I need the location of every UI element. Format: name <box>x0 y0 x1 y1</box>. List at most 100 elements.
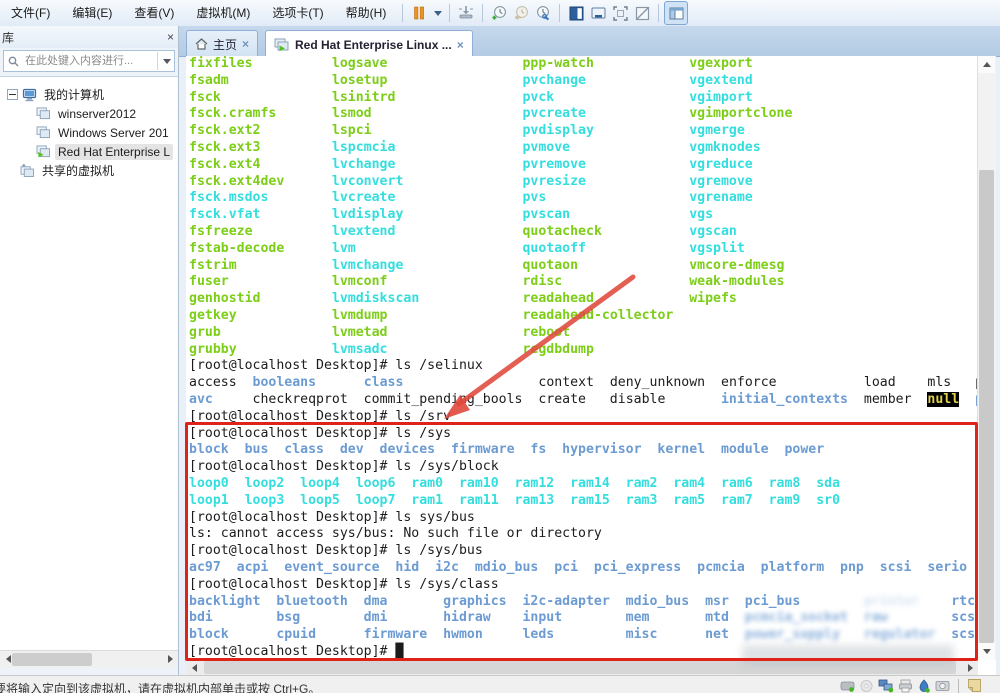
vm-running-icon <box>274 38 290 52</box>
tab-redhat-close-icon[interactable]: × <box>457 38 464 52</box>
menu-item-4[interactable]: 选项卡(T) <box>261 1 334 26</box>
show-console-icon <box>568 5 585 22</box>
menu-bar: 文件(F)编辑(E)查看(V)虚拟机(M)选项卡(T)帮助(H) <box>0 0 1000 27</box>
menu-item-3[interactable]: 虚拟机(M) <box>185 1 261 26</box>
status-bar: 要将输入定向到该虚拟机，请在虚拟机内部单击或按 Ctrl+G。 <box>0 675 1000 693</box>
snapshot-manager-icon <box>535 5 552 22</box>
tree-item-label: 共享的虚拟机 <box>39 161 117 180</box>
toolbar-separator <box>402 4 403 22</box>
tab-home-close-icon[interactable]: × <box>242 37 249 51</box>
terminal-line: fsck.ext2 lspci pvdisplay vgmerge <box>186 123 978 140</box>
network-icon[interactable] <box>878 679 894 693</box>
terminal-line: block cpuid firmware hwmon leds misc net… <box>186 627 978 644</box>
menu-item-2[interactable]: 查看(V) <box>123 1 185 26</box>
terminal-line: loop1 loop3 loop5 loop7 ram1 ram11 ram13… <box>186 493 978 510</box>
terminal-line: ls: cannot access sys/bus: No such file … <box>186 526 978 543</box>
vmware-window: 文件(F)编辑(E)查看(V)虚拟机(M)选项卡(T)帮助(H) <box>0 0 1000 693</box>
terminal-line: fsck.vfat lvdisplay pvscan vgs <box>186 207 978 224</box>
tree-item-Red Hat Enterprise L[interactable]: Red Hat Enterprise L <box>0 142 178 161</box>
library-panel: 库 × 我的计算机winserver2012Windows Server 201… <box>0 26 179 676</box>
take-snapshot-button[interactable] <box>488 2 510 24</box>
tree-item-label: Red Hat Enterprise L <box>55 144 173 160</box>
send-ctrl-alt-del-button[interactable] <box>455 2 477 24</box>
terminal-line: [root@localhost Desktop]# ls /sys/bus <box>186 543 978 560</box>
sound-icon[interactable] <box>917 679 931 693</box>
terminal-line: fsfreeze lvextend quotacheck vgscan <box>186 224 978 241</box>
terminal-line: fsadm losetup pvchange vgextend <box>186 73 978 90</box>
terminal-line: [root@localhost Desktop]# ls /sys/class <box>186 577 978 594</box>
cd-rom-icon[interactable] <box>859 679 874 693</box>
home-icon <box>195 38 208 50</box>
tree-item-Windows Server 201[interactable]: Windows Server 201 <box>0 123 178 142</box>
tree-item-label: 我的计算机 <box>41 85 107 104</box>
terminal-line: fsck.cramfs lsmod pvcreate vgimportclone <box>186 106 978 123</box>
snapshot-manager-button[interactable] <box>532 2 554 24</box>
tree-item-共享的虚拟机[interactable]: 共享的虚拟机 <box>0 161 178 180</box>
unity-mode-icon <box>590 5 607 22</box>
terminal-line: [root@localhost Desktop]# ls /sys/block <box>186 459 978 476</box>
terminal[interactable]: fixfiles logsave ppp-watch vgexportfsadm… <box>186 56 978 660</box>
menu-item-5[interactable]: 帮助(H) <box>335 1 398 26</box>
tree-expander[interactable] <box>7 89 18 100</box>
revert-snapshot-button[interactable] <box>510 2 532 24</box>
tree-item-label: Windows Server 201 <box>55 125 172 141</box>
tree-item-label: winserver2012 <box>55 106 139 122</box>
pause-button[interactable] <box>408 2 430 24</box>
printer-icon[interactable] <box>898 679 913 693</box>
vm-running-icon <box>36 145 51 158</box>
library-panel-toggle-button[interactable] <box>664 1 688 25</box>
terminal-line: fstrim lvmchange quotaon vmcore-dmesg <box>186 258 978 275</box>
terminal-line: avc checkreqprot commit_pending_bools cr… <box>186 392 978 409</box>
terminal-line: fsck lsinitrd pvck vgimport <box>186 90 978 107</box>
terminal-line: access booleans class context deny_unkno… <box>186 375 978 392</box>
horizontal-scrollbar-thumb[interactable] <box>204 661 956 674</box>
vertical-scrollbar-thumb[interactable] <box>979 170 994 643</box>
show-console-button[interactable] <box>565 2 587 24</box>
terminal-line: fsck.ext4dev lvconvert pvresize vgremove <box>186 174 978 191</box>
tree-item-我的计算机[interactable]: 我的计算机 <box>0 85 178 104</box>
vm-console[interactable]: fixfiles logsave ppp-watch vgexportfsadm… <box>186 56 996 676</box>
take-snapshot-icon <box>491 5 508 22</box>
fullscreen-button[interactable] <box>609 2 631 24</box>
tab-redhat-label: Red Hat Enterprise Linux ... <box>295 38 452 52</box>
tree-item-winserver2012[interactable]: winserver2012 <box>0 104 178 123</box>
menu-item-1[interactable]: 编辑(E) <box>61 1 123 26</box>
terminal-line: [root@localhost Desktop]# ls /selinux <box>186 358 978 375</box>
vm-tree: 我的计算机 winserver2012 Windows Server 201 Red … <box>0 76 178 650</box>
terminal-line: grubby lvmsadc regdbdump <box>186 342 978 359</box>
search-input[interactable] <box>23 54 157 68</box>
tab-redhat-vm[interactable]: Red Hat Enterprise Linux ... × <box>265 30 473 58</box>
terminal-line: fsck.msdos lvcreate pvs vgrename <box>186 190 978 207</box>
scroll-up-button[interactable] <box>978 56 995 73</box>
camera-icon[interactable] <box>935 679 950 693</box>
sidebar-scrollbar-thumb[interactable] <box>12 653 92 666</box>
fullscreen-icon <box>612 5 629 22</box>
status-separator <box>958 679 959 693</box>
terminal-line: grub lvmetad reboot <box>186 325 978 342</box>
vm-icon <box>36 107 51 120</box>
hard-disk-icon[interactable] <box>840 679 855 693</box>
unity-mode-button[interactable] <box>587 2 609 24</box>
search-dropdown-button[interactable] <box>157 52 174 70</box>
library-close-icon[interactable]: × <box>167 31 174 43</box>
toolbar-separator <box>658 4 659 22</box>
terminal-line: fsck.ext3 lspcmcia pvmove vgmknodes <box>186 140 978 157</box>
terminal-line: backlight bluetooth dma graphics i2c-ada… <box>186 594 978 611</box>
terminal-line: fuser lvmconf rdisc weak-modules <box>186 274 978 291</box>
terminal-vertical-scrollbar[interactable] <box>977 56 996 660</box>
scroll-down-button[interactable] <box>978 643 995 660</box>
menu-item-0[interactable]: 文件(F) <box>0 1 61 26</box>
terminal-line: getkey lvmdump readahead-collector <box>186 308 978 325</box>
terminal-line: [root@localhost Desktop]# █ <box>186 644 978 660</box>
tab-home[interactable]: 主页 × <box>186 30 258 57</box>
terminal-line: fsck.ext4 lvchange pvremove vgreduce <box>186 157 978 174</box>
pause-dropdown-caret <box>434 11 442 16</box>
sidebar-horizontal-scrollbar[interactable] <box>0 650 178 668</box>
revert-snapshot-icon <box>513 5 530 22</box>
autofit-button[interactable] <box>631 2 653 24</box>
terminal-horizontal-scrollbar[interactable] <box>186 659 978 676</box>
pause-dropdown-button[interactable] <box>430 2 444 24</box>
autofit-icon <box>634 5 651 22</box>
computer-icon <box>22 88 37 102</box>
message-log-icon[interactable] <box>967 678 982 693</box>
